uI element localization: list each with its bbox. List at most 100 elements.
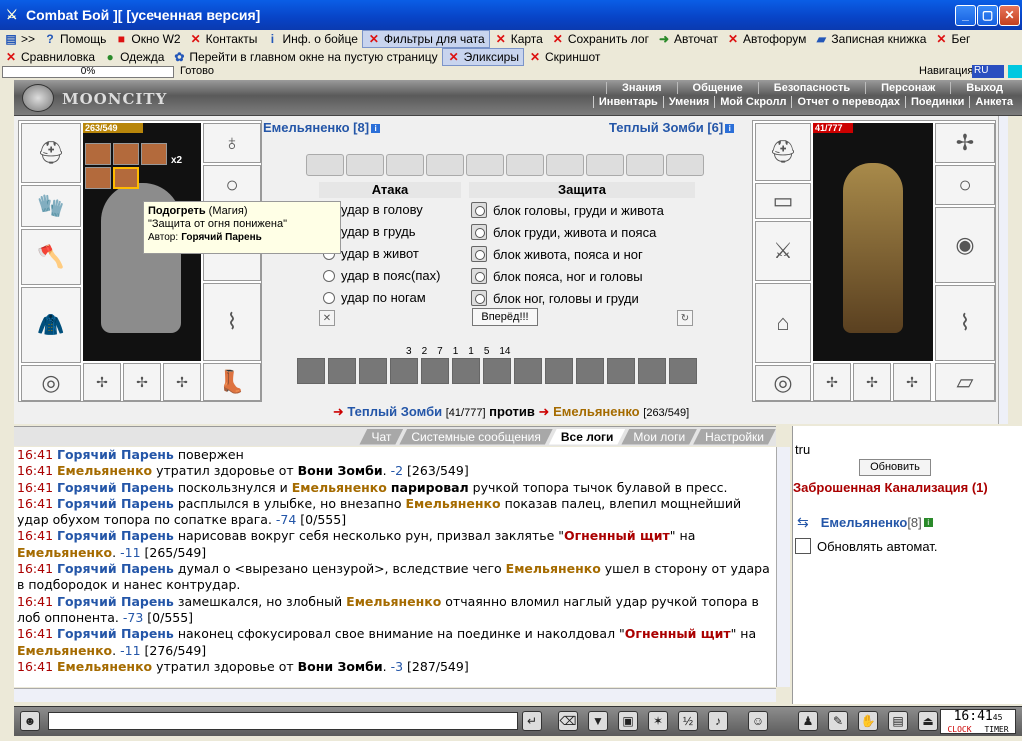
lock-icon[interactable]: ▤ [888,711,908,731]
menu-item-help[interactable]: ? Помощь [39,30,110,48]
menu-item-more[interactable]: ▤ >> [0,30,39,48]
clock-label[interactable]: CLOCK [947,725,971,734]
info-icon[interactable]: i [371,124,381,134]
smiley-icon[interactable]: ☺ [748,711,768,731]
menu-item-autoforum[interactable]: ✕ Автофорум [722,30,810,48]
location-member[interactable]: ⇆ Емельяненко [8] i [797,514,933,531]
skill-icon[interactable] [545,358,573,384]
radio[interactable] [471,202,487,218]
menu-item-map[interactable]: ✕ Карта [490,30,547,48]
pants-slot-icon[interactable]: ⌇ [935,285,995,361]
enemy-name[interactable]: Теплый Зомби [6] i [609,120,735,135]
block-belly-belt-legs[interactable]: блок живота, пояса и ног [471,246,643,262]
helmet-slot-icon[interactable]: ⛑ [755,123,811,181]
log-vertical-scrollbar[interactable] [776,447,790,687]
skill-icon[interactable] [421,358,449,384]
block-legs-head-chest[interactable]: блок ног, головы и груди [471,290,639,306]
nav-character[interactable]: Персонаж [865,82,950,94]
send-icon[interactable]: ↵ [522,711,542,731]
bracers-slot-icon[interactable]: 🧤 [21,185,81,227]
belt-slot-icon[interactable]: ◎ [755,365,811,401]
attack-legs[interactable]: удар по ногам [323,290,426,305]
menu-item-elixirs[interactable]: ✕ Эликсиры [441,48,524,66]
amulet-slot-icon[interactable]: ♁ [203,123,261,163]
scroll-slot[interactable] [506,154,544,176]
scroll-slot[interactable] [586,154,624,176]
skill-icon[interactable] [390,358,418,384]
auto-refresh[interactable]: Обновлять автомат. [795,538,937,554]
hand-icon[interactable]: ✋ [858,711,878,731]
radio[interactable] [471,290,487,306]
radio[interactable] [471,224,487,240]
radio[interactable] [471,268,487,284]
rings-slot-icon[interactable]: ○ [935,165,995,205]
effect-icon[interactable] [113,143,139,165]
battle-scrollbar[interactable] [998,116,1008,424]
rings-slot-icon[interactable]: ○ [203,165,261,205]
scroll-slot[interactable] [626,154,664,176]
user-icon[interactable]: ♟ [798,711,818,731]
block-belt-legs-head[interactable]: блок пояса, ног и головы [471,268,643,284]
boots-slot-icon[interactable]: 👢 [203,363,261,401]
effect-icon[interactable] [141,143,167,165]
scroll-slot[interactable] [666,154,704,176]
block-head-chest-belly[interactable]: блок головы, груди и живота [471,202,664,218]
nav-transfer-report[interactable]: Отчет о переводах [791,96,905,108]
nav-fights[interactable]: Поединки [905,96,969,108]
tab-settings[interactable]: Настройки [693,429,776,445]
empty-slot-icon[interactable]: ✢ [813,363,851,401]
maximize-button[interactable]: ▢ [977,5,998,26]
skill-icon[interactable] [514,358,542,384]
amulet-slot-icon[interactable]: ✢ [935,123,995,163]
armor-slot-icon[interactable]: 🧥 [21,287,81,363]
nav-inventory[interactable]: Инвентарь [592,96,663,108]
scroll-slot[interactable] [386,154,424,176]
menu-item-notebook[interactable]: ▰ Записная книжка [810,30,930,48]
forward-button[interactable]: Вперёд!!! [472,308,538,326]
radio[interactable] [323,269,335,282]
menu-item-autochat[interactable]: ➜ Авточат [653,30,722,48]
menu-item-fighter-info[interactable]: i Инф. о бойце [261,30,361,48]
cancel-icon[interactable]: ✕ [319,310,335,326]
log-horizontal-scrollbar[interactable] [14,688,776,702]
filter-icon[interactable]: ▼ [588,711,608,731]
boots-slot-icon[interactable]: ▱ [935,363,995,401]
close-button[interactable]: ✕ [999,5,1020,26]
sound-icon[interactable]: ♪ [708,711,728,731]
minimize-button[interactable]: _ [955,5,976,26]
save-icon[interactable]: ▣ [618,711,638,731]
head-icon[interactable]: ☻ [20,711,40,731]
menu-item-window-w2[interactable]: ■ Окно W2 [110,30,184,48]
belt-slot-icon[interactable]: ◎ [21,365,81,401]
versus-enemy[interactable]: Теплый Зомби [347,404,442,419]
auto-refresh-checkbox[interactable] [795,538,811,554]
skill-icon[interactable] [359,358,387,384]
skill-icon[interactable] [452,358,480,384]
nav-knowledge[interactable]: Знания [606,82,676,94]
tab-all-logs[interactable]: Все логи [549,429,626,445]
menu-item-chat-filters[interactable]: ✕ Фильтры для чата [361,30,490,48]
empty-slot-icon[interactable]: ✢ [83,363,121,401]
block-chest-belly-belt[interactable]: блок груди, живота и пояса [471,224,656,240]
scroll-slot[interactable] [546,154,584,176]
nav-select[interactable]: RU [972,65,1004,78]
skill-icon[interactable] [328,358,356,384]
armor-slot-icon[interactable]: ⌂ [755,283,811,363]
versus-player[interactable]: Емельяненко [553,404,640,419]
exit-icon[interactable]: ⏏ [918,711,938,731]
nav-security[interactable]: Безопасность [757,82,865,94]
skill-icon[interactable] [607,358,635,384]
menu-item-screenshot[interactable]: ✕ Скриншот [524,48,604,66]
tab-chat[interactable]: Чат [359,429,403,445]
menu-item-compare[interactable]: ✕ Сравниловка [0,48,99,66]
fight-icon[interactable]: ✶ [648,711,668,731]
skill-icon[interactable] [638,358,666,384]
refresh-button[interactable]: Обновить [859,459,931,476]
effect-icon[interactable] [85,143,111,165]
empty-slot-icon[interactable]: ✢ [893,363,931,401]
empty-slot-icon[interactable]: ✢ [123,363,161,401]
chat-input[interactable] [48,712,518,730]
skill-icon[interactable] [576,358,604,384]
scroll-slot[interactable] [466,154,504,176]
menu-item-contacts[interactable]: ✕ Контакты [185,30,262,48]
